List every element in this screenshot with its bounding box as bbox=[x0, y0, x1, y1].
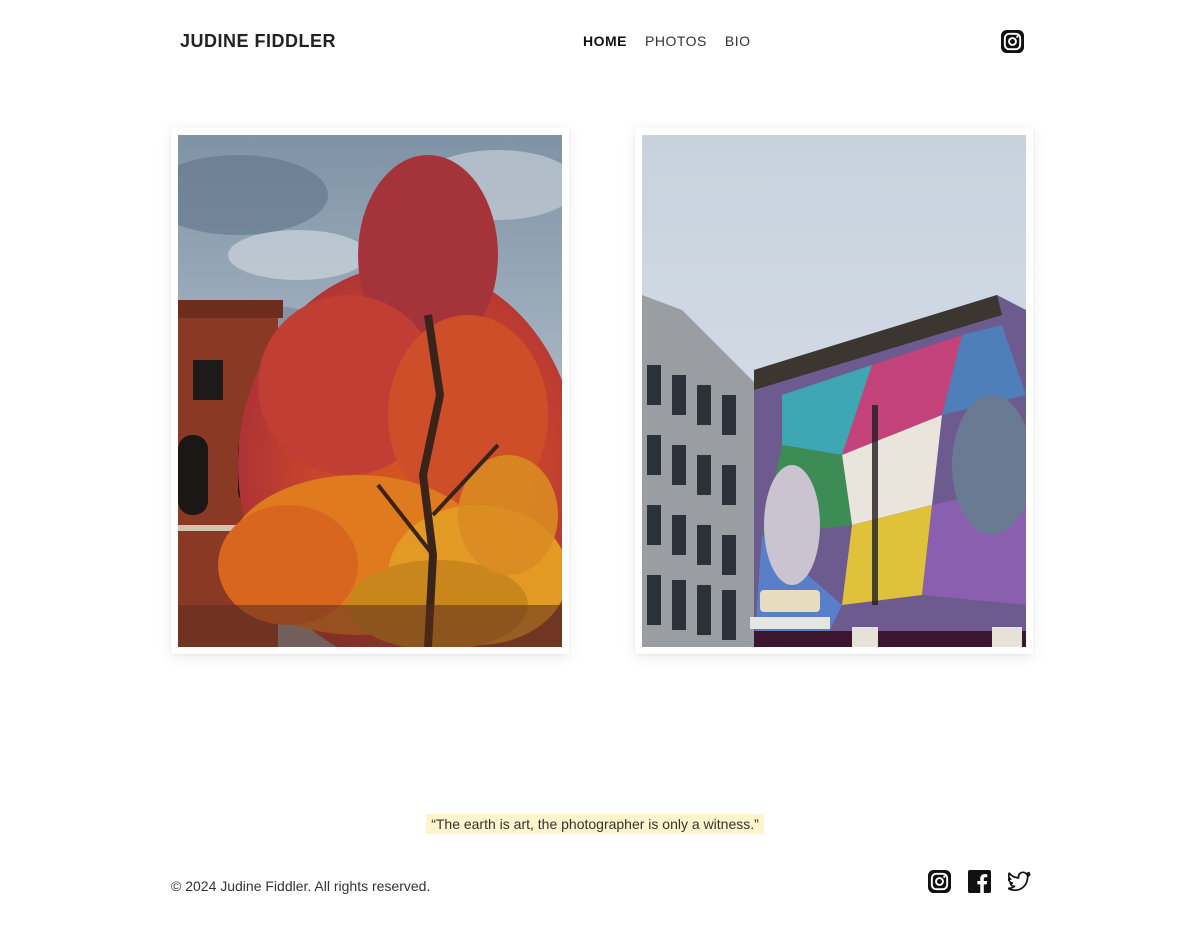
photo-card-mural[interactable] bbox=[635, 128, 1033, 654]
site-brand[interactable]: JUDINE FIDDLER bbox=[180, 31, 336, 52]
site-header: JUDINE FIDDLER HOME PHOTOS BIO bbox=[0, 0, 1190, 84]
autumn-tree-photo bbox=[178, 135, 562, 647]
instagram-icon[interactable] bbox=[1001, 30, 1024, 53]
footer-copyright: © 2024 Judine Fiddler. All rights reserv… bbox=[171, 878, 431, 894]
quote-section: “The earth is art, the photographer is o… bbox=[0, 814, 1190, 834]
nav-item-photos[interactable]: PHOTOS bbox=[645, 33, 707, 49]
main-nav: HOME PHOTOS BIO bbox=[583, 33, 751, 49]
quote-text: “The earth is art, the photographer is o… bbox=[426, 814, 764, 834]
twitter-icon[interactable] bbox=[1006, 870, 1031, 893]
social-links bbox=[928, 870, 1031, 893]
nav-item-bio[interactable]: BIO bbox=[725, 33, 751, 49]
nav-item-home[interactable]: HOME bbox=[583, 33, 627, 49]
instagram-icon[interactable] bbox=[928, 870, 951, 893]
facebook-icon[interactable] bbox=[968, 870, 991, 893]
mural-photo bbox=[642, 135, 1026, 647]
photo-card-autumn-tree[interactable] bbox=[171, 128, 569, 654]
